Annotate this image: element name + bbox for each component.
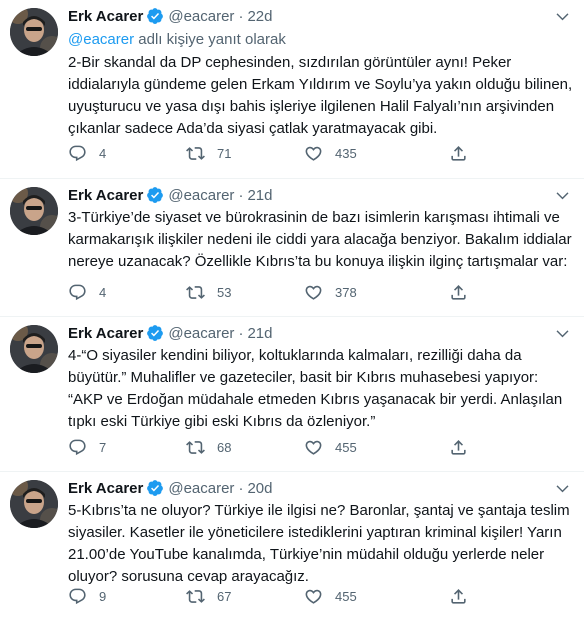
tweet-header: Erk Acarer @eacarer · 21d — [68, 323, 574, 343]
avatar[interactable] — [10, 325, 58, 373]
like-button[interactable]: 435 — [304, 144, 449, 163]
more-options-icon[interactable] — [550, 323, 574, 343]
like-button[interactable]: 378 — [304, 283, 449, 302]
author-handle[interactable]: @eacarer — [168, 325, 234, 342]
tweet-time[interactable]: 21d — [247, 187, 272, 204]
verified-badge-icon — [146, 186, 164, 204]
tweet[interactable]: Erk Acarer @eacarer · 22d @eacarer adlı … — [0, 0, 584, 179]
share-icon — [449, 283, 468, 302]
tweet-time[interactable]: 22d — [247, 8, 272, 25]
tweet-actions: 7 68 455 — [68, 437, 508, 457]
reply-count: 4 — [99, 284, 107, 300]
tweet-actions: 4 53 378 — [68, 282, 508, 302]
tweet-text: 2-Bir skandal da DP cephesinden, sızdırı… — [68, 54, 573, 137]
avatar[interactable] — [10, 187, 58, 235]
like-count: 435 — [335, 145, 357, 161]
like-count: 378 — [335, 284, 357, 300]
separator-dot: · — [238, 324, 244, 342]
heart-icon — [304, 144, 323, 163]
reply-button[interactable]: 9 — [68, 587, 186, 606]
retweet-count: 67 — [217, 588, 232, 604]
verified-badge-icon — [146, 479, 164, 497]
tweet-text: 4-“O siyasiler kendini biliyor, koltukla… — [68, 347, 563, 430]
author-name[interactable]: Erk Acarer — [68, 325, 143, 342]
tweet-actions: 9 67 455 — [68, 586, 508, 606]
reply-button[interactable]: 7 — [68, 438, 186, 457]
reply-count: 9 — [99, 588, 107, 604]
reply-count: 4 — [99, 145, 107, 161]
tweet[interactable]: Erk Acarer @eacarer · 21d 4-“O siyasiler… — [0, 317, 584, 472]
retweet-button[interactable]: 67 — [186, 587, 304, 606]
separator-dot: · — [238, 7, 244, 25]
tweet-header: Erk Acarer @eacarer · 20d — [68, 478, 574, 498]
share-icon — [449, 587, 468, 606]
reply-icon — [68, 144, 87, 163]
reply-icon — [68, 283, 87, 302]
separator-dot: · — [238, 479, 244, 497]
share-button[interactable] — [449, 144, 479, 163]
reply-context-text: adlı kişiye yanıt olarak — [134, 31, 286, 48]
retweet-icon — [186, 144, 205, 163]
author-name[interactable]: Erk Acarer — [68, 480, 143, 497]
like-count: 455 — [335, 439, 357, 455]
heart-icon — [304, 587, 323, 606]
author-handle[interactable]: @eacarer — [168, 8, 234, 25]
tweet[interactable]: Erk Acarer @eacarer · 20d 5-Kıbrıs’ta ne… — [0, 472, 584, 621]
tweet-time[interactable]: 21d — [247, 325, 272, 342]
share-icon — [449, 438, 468, 457]
tweet-header: Erk Acarer @eacarer · 21d — [68, 185, 574, 205]
retweet-icon — [186, 283, 205, 302]
share-button[interactable] — [449, 438, 479, 457]
author-name[interactable]: Erk Acarer — [68, 187, 143, 204]
heart-icon — [304, 283, 323, 302]
reply-icon — [68, 438, 87, 457]
retweet-button[interactable]: 68 — [186, 438, 304, 457]
verified-badge-icon — [146, 7, 164, 25]
retweet-icon — [186, 438, 205, 457]
retweet-count: 68 — [217, 439, 232, 455]
reply-count: 7 — [99, 439, 107, 455]
retweet-count: 71 — [217, 145, 232, 161]
retweet-button[interactable]: 71 — [186, 144, 304, 163]
verified-badge-icon — [146, 324, 164, 342]
reply-button[interactable]: 4 — [68, 144, 186, 163]
share-button[interactable] — [449, 587, 479, 606]
author-handle[interactable]: @eacarer — [168, 480, 234, 497]
author-handle[interactable]: @eacarer — [168, 187, 234, 204]
avatar[interactable] — [10, 480, 58, 528]
retweet-icon — [186, 587, 205, 606]
tweet-text: 3-Türkiye’de siyaset ve bürokrasinin de … — [68, 209, 572, 270]
reply-icon — [68, 587, 87, 606]
tweet-header: Erk Acarer @eacarer · 22d — [68, 6, 574, 26]
tweet-time[interactable]: 20d — [247, 480, 272, 497]
reply-mention-link[interactable]: @eacarer — [68, 31, 134, 48]
more-options-icon[interactable] — [550, 6, 574, 26]
heart-icon — [304, 438, 323, 457]
separator-dot: · — [238, 186, 244, 204]
like-button[interactable]: 455 — [304, 587, 449, 606]
retweet-button[interactable]: 53 — [186, 283, 304, 302]
share-icon — [449, 144, 468, 163]
tweet-actions: 4 71 435 — [68, 143, 508, 163]
more-options-icon[interactable] — [550, 185, 574, 205]
more-options-icon[interactable] — [550, 478, 574, 498]
avatar[interactable] — [10, 8, 58, 56]
like-button[interactable]: 455 — [304, 438, 449, 457]
reply-button[interactable]: 4 — [68, 283, 186, 302]
reply-context: @eacarer adlı kişiye yanıt olarak — [68, 30, 574, 50]
tweet[interactable]: Erk Acarer @eacarer · 21d 3-Türkiye’de s… — [0, 179, 584, 317]
retweet-count: 53 — [217, 284, 232, 300]
tweet-text: 5-Kıbrıs’ta ne oluyor? Türkiye ile ilgis… — [68, 502, 570, 585]
like-count: 455 — [335, 588, 357, 604]
share-button[interactable] — [449, 283, 479, 302]
author-name[interactable]: Erk Acarer — [68, 8, 143, 25]
